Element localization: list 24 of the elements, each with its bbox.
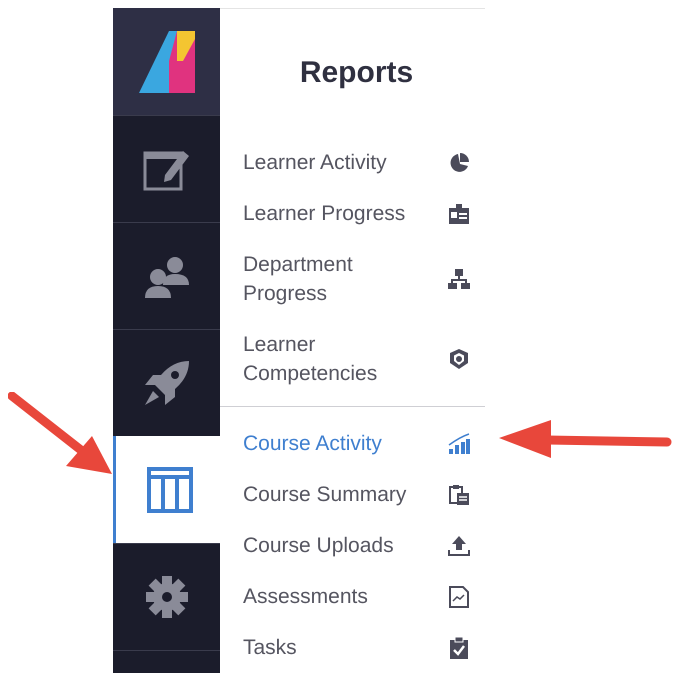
menu-item[interactable]: Course Activity <box>220 418 485 469</box>
id-badge-icon <box>448 202 470 224</box>
menu-item[interactable]: Assessments <box>220 571 485 622</box>
logo-icon <box>138 30 194 92</box>
task-clipboard-icon <box>448 636 470 658</box>
menu-item[interactable]: Course Uploads <box>220 520 485 571</box>
menu-item[interactable]: Learner Competencies <box>220 319 485 399</box>
columns-icon <box>146 466 192 512</box>
menu-item[interactable]: Department Progress <box>220 239 485 319</box>
rocket-icon <box>142 359 190 407</box>
panel-title: Reports <box>298 55 414 91</box>
bar-chart-icon <box>448 432 470 454</box>
pie-chart-icon <box>448 152 470 174</box>
gear-icon <box>144 574 190 620</box>
menu-item[interactable]: Learner Progress <box>220 188 485 239</box>
menu-item[interactable]: Learner Activity <box>220 137 485 188</box>
clipboard-icon <box>448 484 470 506</box>
upload-icon <box>448 534 470 556</box>
chart-document-icon <box>448 586 470 608</box>
hierarchy-icon <box>448 268 470 290</box>
shield-icon <box>448 348 470 370</box>
menu-item[interactable]: Tasks <box>220 622 485 673</box>
sidebar-item[interactable] <box>113 436 223 543</box>
menu-item[interactable]: Course Summary <box>220 469 485 520</box>
